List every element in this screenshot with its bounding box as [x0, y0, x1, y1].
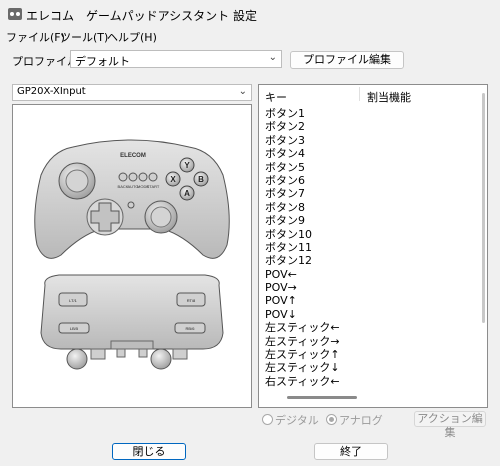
list-item[interactable]: ボタン4 — [265, 147, 340, 160]
profile-edit-button[interactable]: プロファイル編集 — [290, 51, 404, 69]
list-item[interactable]: ボタン6 — [265, 174, 340, 187]
list-item[interactable]: ボタン1 — [265, 107, 340, 120]
horizontal-scrollbar[interactable] — [287, 396, 357, 399]
vertical-scrollbar[interactable] — [482, 93, 485, 323]
list-item[interactable]: 左スティック↑ — [265, 348, 340, 361]
gamepad-app-icon — [8, 8, 22, 20]
close-button[interactable]: 閉じる — [112, 443, 186, 460]
window-title: エレコム ゲームパッドアシスタント 設定 — [26, 9, 257, 23]
start-label: START — [147, 184, 160, 189]
a-label: A — [184, 189, 190, 198]
exit-button[interactable]: 終了 — [314, 443, 388, 460]
menu-file[interactable]: ファイル(F) — [6, 29, 65, 45]
profile-dropdown[interactable]: デフォルト ⌄ — [70, 50, 282, 68]
title-bar: エレコム ゲームパッドアシスタント 設定 — [0, 0, 500, 28]
column-header-function[interactable]: 割当機能 — [367, 89, 411, 105]
radio-off-icon — [262, 414, 273, 425]
profile-dropdown-value: デフォルト — [75, 55, 130, 68]
mode-digital-label: デジタル — [275, 414, 319, 427]
list-item[interactable]: ボタン12 — [265, 254, 340, 267]
radio-on-icon — [326, 414, 337, 425]
x-label: X — [170, 175, 176, 184]
b-label: B — [198, 175, 204, 184]
list-item[interactable]: ボタン8 — [265, 201, 340, 214]
list-item[interactable]: POV↓ — [265, 308, 340, 321]
action-edit-button[interactable]: アクション編集 — [414, 411, 486, 439]
rb-label: RB/6 — [186, 326, 196, 331]
y-label: Y — [184, 161, 190, 170]
list-item[interactable]: ボタン3 — [265, 134, 340, 147]
key-assignment-list[interactable]: キー 割当機能 ボタン1 ボタン2 ボタン3 ボタン4 ボタン5 ボタン6 ボタン7 ボタン8… — [258, 84, 488, 408]
device-dropdown[interactable]: GP20X-XInput ⌄ — [12, 84, 252, 101]
menu-tools[interactable]: ツール(T) — [60, 29, 108, 45]
list-item[interactable]: POV→ — [265, 281, 340, 294]
chevron-down-icon: ⌄ — [268, 52, 277, 63]
list-item[interactable]: ボタン10 — [265, 228, 340, 241]
list-item[interactable]: ボタン2 — [265, 120, 340, 133]
controller-top-body — [40, 274, 224, 350]
list-item[interactable]: ボタン5 — [265, 161, 340, 174]
list-item[interactable]: ボタン11 — [265, 241, 340, 254]
chevron-down-icon: ⌄ — [238, 86, 247, 97]
key-rows: ボタン1 ボタン2 ボタン3 ボタン4 ボタン5 ボタン6 ボタン7 ボタン8 ボタン9 ボタン1… — [265, 107, 340, 388]
gamepad-illustration: ELECOM BACK AUTO MODE START Y X B A LT/1… — [34, 139, 230, 370]
list-item[interactable]: POV↑ — [265, 294, 340, 307]
list-item[interactable]: ボタン9 — [265, 214, 340, 227]
lt-label: LT/1 — [69, 298, 77, 303]
lb-label: LB/5 — [70, 326, 79, 331]
list-item[interactable]: 左スティック→ — [265, 335, 340, 348]
device-dropdown-value: GP20X-XInput — [17, 86, 86, 97]
column-header-key[interactable]: キー — [265, 89, 287, 105]
controller-image-panel: ELECOM BACK AUTO MODE START Y X B A LT/1… — [12, 104, 252, 408]
list-item[interactable]: ボタン7 — [265, 187, 340, 200]
brand-logo: ELECOM — [120, 153, 146, 159]
mode-digital-radio[interactable]: デジタル — [262, 412, 319, 428]
rt-label: RT/8 — [187, 298, 196, 303]
menu-help[interactable]: ヘルプ(H) — [107, 29, 157, 45]
list-item[interactable]: POV← — [265, 268, 340, 281]
column-divider — [359, 87, 360, 101]
mode-analog-label: アナログ — [339, 414, 383, 427]
mode-analog-radio[interactable]: アナログ — [326, 412, 383, 428]
list-item[interactable]: 右スティック← — [265, 375, 340, 388]
menu-bar: ファイル(F) ツール(T) ヘルプ(H) — [0, 28, 500, 46]
list-item[interactable]: 左スティック← — [265, 321, 340, 334]
list-item[interactable]: 左スティック↓ — [265, 361, 340, 374]
